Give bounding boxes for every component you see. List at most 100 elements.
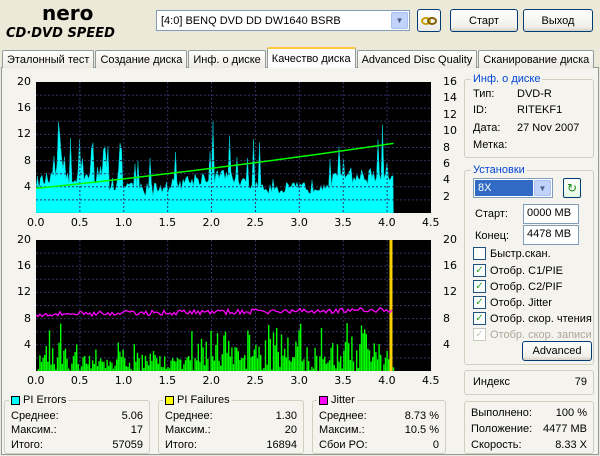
pi-failure-bar <box>306 347 308 371</box>
pi-failure-bar <box>368 350 371 371</box>
end-mb-label: Конец: <box>475 230 510 242</box>
nero-logo: nero CD·DVD SPEED <box>4 1 144 42</box>
tab-disc-scan[interactable]: Сканирование диска <box>478 50 595 68</box>
pi-failure-bar <box>117 342 119 371</box>
pi-failure-bar <box>112 368 115 371</box>
pi-failure-bar <box>300 323 302 371</box>
pi-failure-bar <box>183 364 185 371</box>
pi-errors-avg: 5.06 <box>121 410 143 422</box>
pi-failure-bar <box>176 357 179 371</box>
pi-failure-bar <box>357 368 359 371</box>
tab-benchmark[interactable]: Эталонный тест <box>2 50 95 68</box>
pi-errors-max: 17 <box>130 424 143 436</box>
checkbox-box[interactable]: ✓ <box>473 296 486 309</box>
tab-create-disc[interactable]: Создание диска <box>95 50 188 68</box>
x-tick-label: 4.0 <box>378 216 396 229</box>
checkbox-box[interactable]: ✓ <box>473 264 486 277</box>
start-mb-input[interactable]: 0000 MB <box>523 204 579 224</box>
disc-label-label: Метка: <box>473 139 508 151</box>
pi-failure-bar <box>141 354 143 371</box>
chevron-down-icon[interactable]: ▼ <box>534 180 551 196</box>
pi-failure-bar <box>380 354 382 371</box>
x-tick-label: 1.0 <box>114 216 133 229</box>
y-tick-label: 12 <box>17 285 31 299</box>
pi-failure-bar <box>45 346 47 371</box>
pi-failure-bar <box>125 366 127 371</box>
start-button[interactable]: Старт <box>450 9 518 32</box>
pi-failure-bar <box>295 341 297 371</box>
pi-failure-bar <box>132 370 134 371</box>
pi-failure-bar <box>66 358 68 371</box>
pi-failure-bar <box>263 367 265 371</box>
pi-failure-bar <box>197 343 199 371</box>
y-tick-label: 12 <box>17 127 31 141</box>
tab-disc-quality[interactable]: Качество диска <box>266 47 356 68</box>
end-mb-input[interactable]: 4478 MB <box>523 225 579 245</box>
pi-failure-bar <box>228 340 230 371</box>
pi-failure-bar <box>367 348 369 371</box>
pi-failure-bar <box>61 363 63 371</box>
y2-tick-label: 12 <box>443 285 457 299</box>
x-tick-label: 0.0 <box>27 374 45 387</box>
checkbox-box[interactable] <box>473 247 486 260</box>
refresh-drive-button[interactable] <box>417 9 441 32</box>
pi-failure-bar <box>194 358 196 371</box>
jitter-swatch <box>319 395 328 405</box>
show-pif-checkbox[interactable]: ✓ Отобр. C2/PIF <box>473 280 562 293</box>
pi-failure-bar <box>314 347 316 371</box>
pi-failure-bar <box>293 357 295 371</box>
drive-select[interactable]: [4:0] BENQ DVD DD DW1640 BSRB ▼ <box>156 10 410 31</box>
quick-scan-checkbox[interactable]: Быстр.скан. <box>473 247 551 260</box>
pi-failure-bar <box>229 356 231 371</box>
exit-button[interactable]: Выход <box>523 9 593 32</box>
pi-failure-bar <box>63 350 65 371</box>
x-tick-label: 3.5 <box>334 216 352 229</box>
checkbox-box[interactable]: ✓ <box>473 312 486 325</box>
pi-failure-bar <box>373 343 375 371</box>
show-jitter-checkbox[interactable]: ✓ Отобр. Jitter <box>473 296 552 309</box>
pi-failure-bar <box>48 330 51 371</box>
pi-failure-bar <box>226 352 228 371</box>
show-read-speed-checkbox[interactable]: ✓ Отобр. скор. чтения <box>473 312 592 325</box>
pi-errors-max-label: Максим.: <box>11 424 57 436</box>
pi-failure-bar <box>282 355 284 371</box>
pi-failure-bar <box>220 365 222 371</box>
pi-failure-bar <box>215 344 217 371</box>
checkbox-box[interactable]: ✓ <box>473 280 486 293</box>
tab-disc-info[interactable]: Инф. о диске <box>188 50 266 68</box>
jitter-avg-label: Среднее: <box>319 410 367 422</box>
refresh-speed-button[interactable]: ↻ <box>563 178 581 198</box>
x-tick-label: 4.5 <box>422 374 440 387</box>
pi-failure-bar <box>216 333 219 371</box>
advanced-button[interactable]: Advanced <box>522 341 592 361</box>
pi-errors-chart <box>35 82 431 214</box>
pi-failure-bar <box>325 363 327 371</box>
pi-failure-bar <box>330 347 332 371</box>
pi-failure-bar <box>348 343 350 371</box>
pi-errors-swatch <box>11 395 20 405</box>
speed-select[interactable]: 8X ▼ <box>473 178 553 198</box>
pi-failure-bar <box>85 363 87 371</box>
pi-failures-max-label: Максим.: <box>165 424 211 436</box>
pi-failure-bar <box>277 351 279 371</box>
pi-failure-bar <box>364 329 366 371</box>
y2-tick-label: 16 <box>443 75 457 88</box>
pi-failure-bar <box>386 350 388 371</box>
show-pie-checkbox[interactable]: ✓ Отобр. C1/PIE <box>473 264 563 277</box>
pi-failure-bar <box>250 357 252 371</box>
pi-failure-bar <box>253 349 255 371</box>
chevron-down-icon[interactable]: ▼ <box>391 12 408 29</box>
pi-failure-bar <box>247 330 249 371</box>
pi-failure-bar <box>327 362 329 371</box>
tab-advanced-disc-quality[interactable]: Advanced Disc Quality <box>356 50 478 68</box>
pi-failure-bar <box>40 361 43 371</box>
position-label: Положение: <box>471 423 533 435</box>
pi-failure-bar <box>365 334 367 371</box>
x-tick-label: 4.5 <box>422 216 440 229</box>
y-tick-label: 4 <box>24 179 31 193</box>
y-tick-label: 16 <box>17 259 31 273</box>
pi-failures-total-label: Итого: <box>165 439 197 451</box>
pi-errors-avg-label: Среднее: <box>11 410 59 422</box>
pi-failure-bar <box>172 358 174 371</box>
pi-failure-bar <box>58 342 60 371</box>
